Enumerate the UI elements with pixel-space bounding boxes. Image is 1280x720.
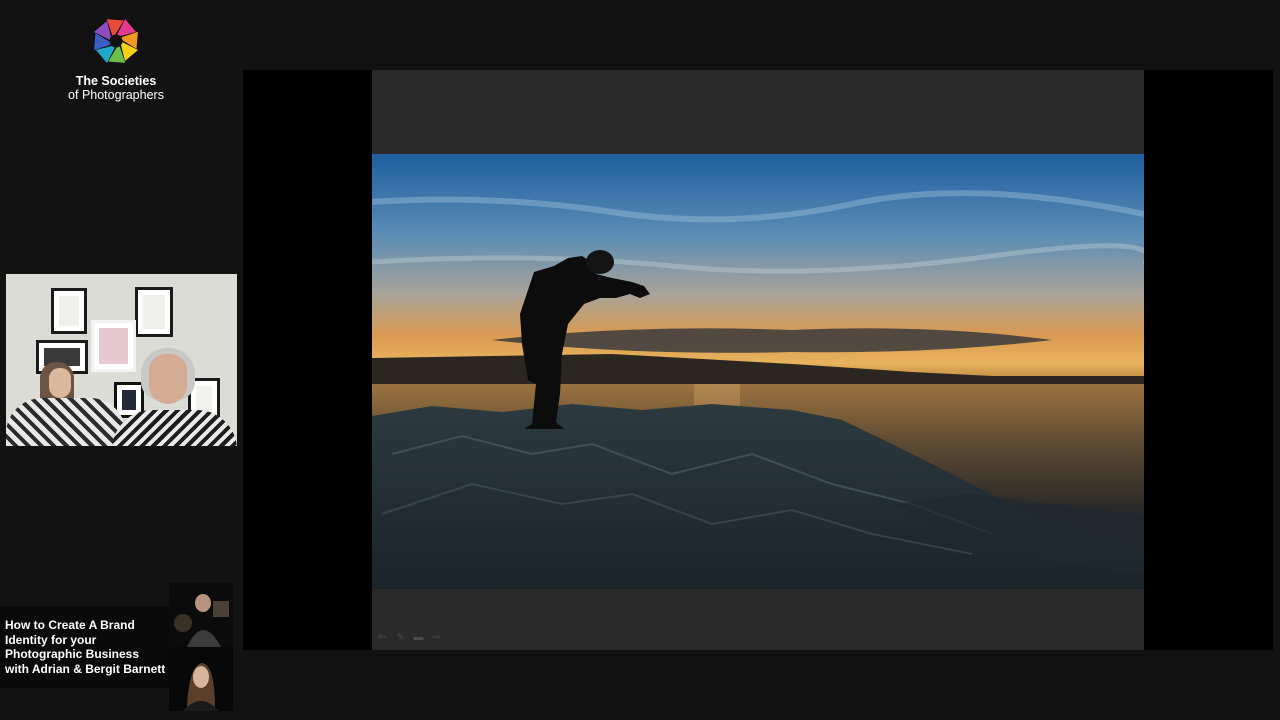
patterned-sweater	[112, 410, 237, 446]
brand-block: The Societies of Photographers	[40, 12, 192, 102]
presenter-face	[49, 368, 71, 398]
pencil-icon[interactable]: ✎	[395, 632, 406, 643]
brand-name-line2: of Photographers	[68, 88, 164, 102]
presenter-webcam	[6, 274, 237, 446]
back-arrow-icon[interactable]: ⇦	[377, 632, 388, 643]
presenter-thumbnail-adrian	[169, 583, 233, 647]
societies-flower-logo	[94, 19, 138, 63]
certificate-frame	[135, 287, 173, 337]
slide: ⇦ ✎ ▬ ⇨	[372, 70, 1144, 650]
slides-icon[interactable]: ▬	[413, 632, 424, 643]
session-title-line: How to Create A Brand	[5, 618, 135, 632]
silhouette-sunset-rocks-photo	[372, 154, 1144, 589]
slide-toolbar: ⇦ ✎ ▬ ⇨	[377, 632, 442, 646]
webinar-screen: The Societies of Photographers How to Cr…	[0, 0, 1280, 720]
session-title-line: Identity for your	[5, 632, 97, 647]
session-title-line: with Adrian & Bergit Barnett	[5, 661, 166, 676]
presentation-stage: ⇦ ✎ ▬ ⇨	[243, 70, 1273, 650]
patterned-sweater	[6, 398, 126, 446]
presenter-thumbnails	[169, 583, 233, 711]
presenter-face	[149, 354, 187, 404]
brand-name-line1: The Societies	[75, 74, 157, 88]
certificate-frame	[51, 288, 87, 334]
session-title-line: Photographic Business	[5, 647, 140, 661]
presenter-thumbnail-bergit	[169, 647, 233, 711]
brand-name: The Societies of Photographers	[40, 74, 192, 102]
portrait-print	[91, 320, 136, 372]
session-title-card: How to Create A Brand Identity for your …	[0, 606, 169, 688]
forward-arrow-icon[interactable]: ⇨	[431, 632, 442, 643]
